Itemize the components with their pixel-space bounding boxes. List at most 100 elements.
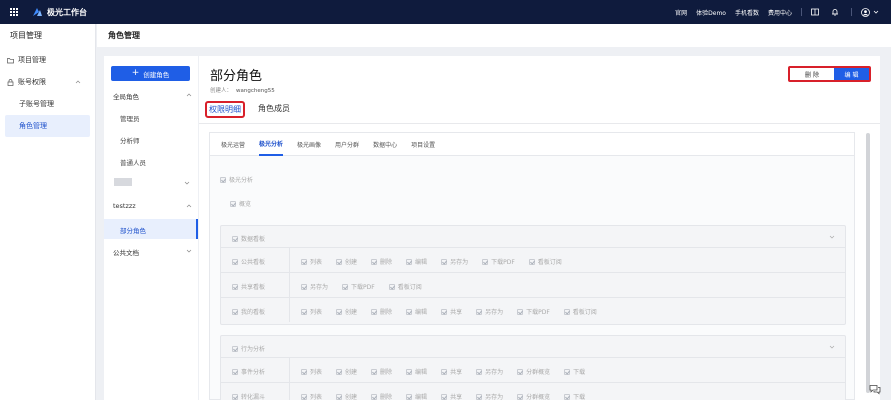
option[interactable]: 创建 [336, 307, 357, 316]
subtab-profile[interactable]: 极光画像 [297, 133, 321, 156]
option[interactable]: 共享 [441, 392, 462, 400]
option[interactable]: 编辑 [406, 257, 427, 266]
bell-icon[interactable] [831, 8, 839, 16]
user-menu[interactable] [861, 7, 879, 17]
create-role-button[interactable]: + 创建角色 [111, 66, 190, 81]
link-mobile[interactable]: 手机看数 [735, 8, 759, 17]
option[interactable]: 共享 [441, 307, 462, 316]
role-group-global[interactable]: 全局角色 [113, 91, 193, 101]
chevron-down-icon[interactable] [829, 344, 835, 350]
root-permission[interactable]: 极光分析 [220, 175, 253, 184]
option[interactable]: 看板订阅 [563, 307, 597, 316]
subtab-project-settings[interactable]: 项目设置 [411, 133, 435, 156]
option[interactable]: 另存为 [301, 282, 328, 291]
option[interactable]: 分群概览 [517, 392, 550, 400]
sidebar-item-account-permissions[interactable]: 账号权限 [0, 71, 95, 93]
checkbox[interactable] [441, 308, 448, 315]
checkbox[interactable] [336, 368, 343, 375]
subtab-segments[interactable]: 用户分群 [335, 133, 359, 156]
checkbox[interactable] [232, 345, 238, 352]
checkbox[interactable] [232, 283, 238, 290]
checkbox[interactable] [517, 308, 524, 315]
tab-permission-details[interactable]: 权限明细 [205, 101, 245, 118]
checkbox[interactable] [517, 368, 524, 375]
delete-button[interactable]: 删 除 [790, 68, 834, 80]
option[interactable]: 编辑 [406, 307, 427, 316]
brand-name[interactable]: 极光工作台 [47, 7, 87, 18]
option[interactable]: 删除 [371, 257, 392, 266]
checkbox[interactable] [441, 393, 448, 400]
role-item-admin[interactable]: 管理员 [120, 113, 140, 123]
section-checkbox-row[interactable]: 行为分析 [232, 344, 265, 353]
option[interactable]: 下载 [564, 392, 585, 400]
checkbox[interactable] [528, 258, 535, 265]
subtab-analysis[interactable]: 极光分析 [259, 133, 284, 156]
option[interactable]: 分群概览 [517, 367, 550, 376]
checkbox[interactable] [230, 200, 236, 207]
checkbox[interactable] [220, 176, 226, 183]
role-group-public-docs[interactable]: 公共文档 [113, 247, 193, 257]
checkbox[interactable] [232, 368, 238, 375]
chat-support-icon[interactable] [869, 384, 881, 395]
option[interactable]: 创建 [336, 367, 357, 376]
row-label[interactable]: 转化漏斗 [232, 392, 265, 400]
book-icon[interactable] [811, 8, 819, 16]
edit-button[interactable]: 编 辑 [834, 68, 869, 80]
checkbox[interactable] [476, 393, 483, 400]
checkbox[interactable] [564, 368, 571, 375]
option[interactable]: 删除 [371, 392, 392, 400]
option[interactable]: 下载PDF [517, 307, 550, 316]
section-checkbox-row[interactable]: 数据看板 [232, 234, 265, 243]
row-label[interactable]: 共享看板 [232, 282, 265, 291]
sidebar-item-role-management[interactable]: 角色管理 [5, 115, 90, 137]
checkbox[interactable] [476, 308, 483, 315]
option[interactable]: 删除 [371, 367, 392, 376]
role-group-testzzz[interactable]: testzzz [113, 202, 193, 210]
redacted-group-name[interactable] [114, 178, 132, 186]
checkbox[interactable] [336, 308, 343, 315]
sidebar-item-sub-accounts[interactable]: 子账号管理 [0, 93, 95, 115]
checkbox[interactable] [232, 258, 238, 265]
option[interactable]: 看板订阅 [388, 282, 422, 291]
checkbox[interactable] [371, 393, 378, 400]
link-demo[interactable]: 体验Demo [696, 8, 726, 17]
checkbox[interactable] [406, 258, 413, 265]
checkbox[interactable] [336, 393, 343, 400]
checkbox[interactable] [301, 308, 307, 315]
checkbox[interactable] [563, 308, 570, 315]
sidebar-item-project-management[interactable]: 项目管理 [0, 49, 95, 71]
tab-role-members[interactable]: 角色成员 [255, 101, 293, 118]
checkbox[interactable] [371, 368, 378, 375]
checkbox[interactable] [406, 393, 413, 400]
option[interactable]: 另存为 [476, 392, 503, 400]
link-billing[interactable]: 费用中心 [768, 8, 792, 17]
checkbox[interactable] [388, 283, 395, 290]
option[interactable]: 另存为 [476, 367, 503, 376]
option[interactable]: 列表 [301, 392, 322, 400]
checkbox[interactable] [482, 258, 489, 265]
checkbox[interactable] [371, 258, 378, 265]
subtab-data-center[interactable]: 数据中心 [373, 133, 397, 156]
option[interactable]: 编辑 [406, 392, 427, 400]
option[interactable]: 共享 [441, 367, 462, 376]
checkbox[interactable] [336, 258, 343, 265]
section-header[interactable]: 数据看板 [221, 226, 845, 248]
option[interactable]: 创建 [336, 257, 357, 266]
role-item-regular[interactable]: 普通人员 [120, 157, 146, 167]
checkbox[interactable] [564, 393, 571, 400]
option[interactable]: 另存为 [476, 307, 503, 316]
checkbox[interactable] [232, 308, 238, 315]
role-item-analyst[interactable]: 分析师 [120, 135, 140, 145]
link-official-site[interactable]: 官网 [675, 8, 687, 17]
option[interactable]: 下载 [564, 367, 585, 376]
option[interactable]: 下载PDF [482, 257, 515, 266]
checkbox[interactable] [301, 258, 307, 265]
section-header[interactable]: 行为分析 [221, 336, 845, 358]
checkbox[interactable] [301, 393, 307, 400]
checkbox[interactable] [441, 368, 448, 375]
checkbox[interactable] [301, 368, 307, 375]
checkbox[interactable] [371, 308, 378, 315]
checkbox[interactable] [441, 258, 448, 265]
option[interactable]: 列表 [301, 307, 322, 316]
overview-permission[interactable]: 概览 [230, 199, 251, 208]
